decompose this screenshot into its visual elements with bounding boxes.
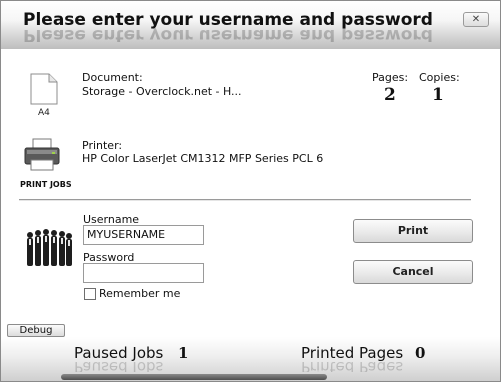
section-divider: [19, 199, 471, 201]
document-label: Document:: [82, 71, 143, 84]
paused-jobs-reflection: Paused Jobs: [74, 362, 164, 372]
paper-size-label: A4: [38, 108, 50, 118]
printed-pages-reflection: Printed Pages: [301, 362, 404, 372]
dialog-title: Please enter your username and password: [23, 10, 433, 30]
cancel-button[interactable]: Cancel: [353, 260, 473, 284]
close-button[interactable]: ✕: [463, 12, 489, 27]
debug-button[interactable]: Debug: [7, 324, 65, 337]
printed-pages-label: Printed Pages: [301, 344, 404, 362]
copies-count: 1: [432, 85, 444, 105]
print-button[interactable]: Print: [353, 219, 473, 243]
login-dialog: Please enter your username and password …: [0, 0, 501, 382]
printer-label: Printer:: [82, 139, 123, 152]
printer-icon: [24, 138, 60, 171]
print-jobs-caption: PRINT JOBS: [20, 180, 72, 189]
printer-name: HP Color LaserJet CM1312 MFP Series PCL …: [82, 152, 324, 165]
paused-jobs-count: 1: [178, 344, 189, 362]
printed-pages-count: 0: [415, 344, 426, 362]
paused-jobs-label: Paused Jobs: [74, 344, 164, 362]
document-name: Storage - Overclock.net - H...: [82, 85, 242, 98]
copies-label: Copies:: [419, 71, 460, 84]
password-field[interactable]: [83, 263, 204, 283]
pages-label: Pages:: [372, 71, 409, 84]
dialog-title-reflection: Please enter your username and password: [23, 28, 433, 42]
pages-count: 2: [384, 85, 396, 105]
title-bar: Please enter your username and password …: [1, 1, 500, 49]
horizontal-scrollbar[interactable]: [61, 374, 327, 380]
people-icon: [27, 229, 72, 266]
document-icon: [30, 73, 58, 105]
username-field[interactable]: MYUSERNAME: [83, 225, 204, 245]
remember-me-checkbox[interactable]: [84, 288, 96, 300]
remember-me-label[interactable]: Remember me: [99, 287, 180, 300]
